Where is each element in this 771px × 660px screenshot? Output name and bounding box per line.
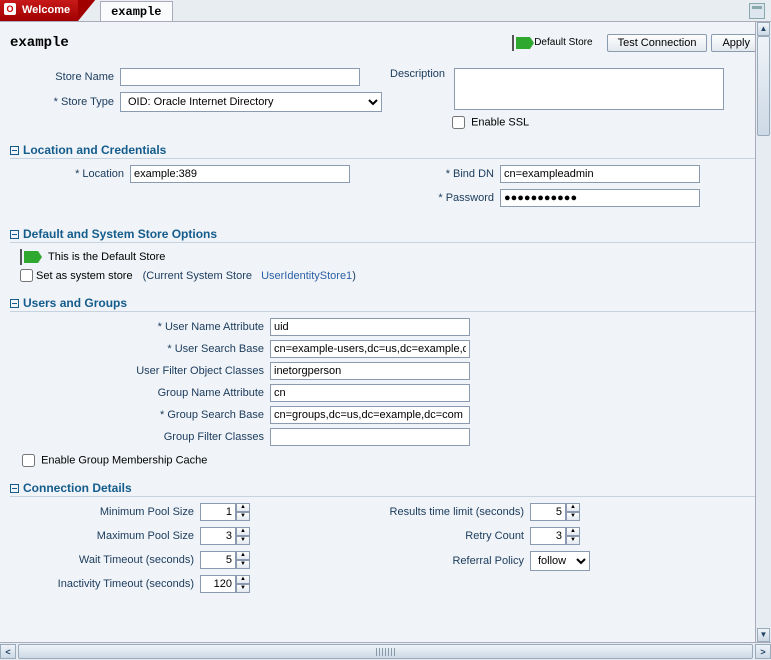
user-search-base-label: * User Search Base [10, 343, 270, 355]
set-system-store-label: Set as system store [36, 270, 133, 282]
password-input[interactable] [500, 189, 700, 207]
maximize-icon[interactable] [749, 3, 765, 19]
results-limit-input[interactable] [530, 503, 566, 521]
user-search-base-input[interactable] [270, 340, 470, 358]
spin-up-icon[interactable]: ▲ [566, 503, 580, 512]
store-name-input[interactable] [120, 68, 360, 86]
tab-example-label: example [111, 5, 161, 19]
current-system-store-text: (Current System Store UserIdentityStore1… [143, 270, 356, 282]
flag-icon-pole [512, 35, 514, 51]
default-store-label: Default Store [534, 37, 592, 49]
group-search-base-label: * Group Search Base [10, 409, 270, 421]
title-bar: example Default Store Test Connection Ap… [10, 28, 761, 58]
min-pool-label: Minimum Pool Size [10, 506, 200, 518]
set-system-store-checkbox[interactable] [20, 269, 33, 282]
spin-down-icon[interactable]: ▼ [236, 560, 250, 569]
group-name-attr-input[interactable] [270, 384, 470, 402]
user-filter-label: User Filter Object Classes [10, 365, 270, 377]
scroll-up-icon[interactable]: ▲ [757, 22, 770, 36]
current-system-store-link[interactable]: UserIdentityStore1 [261, 270, 352, 282]
store-name-label: Store Name [10, 71, 120, 83]
vertical-scrollbar[interactable]: ▲ ▼ [755, 22, 771, 642]
flag-icon [24, 251, 38, 263]
spin-up-icon[interactable]: ▲ [566, 527, 580, 536]
min-pool-input[interactable] [200, 503, 236, 521]
spin-down-icon[interactable]: ▼ [236, 512, 250, 521]
enable-group-cache-checkbox[interactable] [22, 454, 35, 467]
wait-timeout-label: Wait Timeout (seconds) [10, 554, 200, 566]
collapse-icon [10, 299, 19, 308]
oracle-logo-icon: O [4, 3, 16, 15]
tab-bar: O Welcome example [0, 0, 771, 22]
scroll-right-icon[interactable]: > [755, 644, 771, 659]
bind-dn-label: * Bind DN [370, 168, 500, 180]
tab-welcome-label: Welcome [22, 4, 70, 16]
location-label: * Location [10, 168, 130, 180]
test-connection-button[interactable]: Test Connection [607, 34, 708, 52]
section-defaults-header[interactable]: Default and System Store Options [10, 227, 761, 243]
referral-policy-label: Referral Policy [350, 555, 530, 567]
spin-up-icon[interactable]: ▲ [236, 527, 250, 536]
spin-up-icon[interactable]: ▲ [236, 503, 250, 512]
section-users-groups-header[interactable]: Users and Groups [10, 296, 761, 312]
retry-count-input[interactable] [530, 527, 566, 545]
enable-ssl-label: Enable SSL [471, 116, 529, 128]
group-filter-label: Group Filter Classes [10, 431, 270, 443]
spin-up-icon[interactable]: ▲ [236, 551, 250, 560]
user-name-attr-input[interactable] [270, 318, 470, 336]
default-store-indicator: This is the Default Store [20, 249, 761, 265]
spin-down-icon[interactable]: ▼ [236, 536, 250, 545]
scroll-left-icon[interactable]: < [0, 644, 16, 659]
retry-count-label: Retry Count [350, 530, 530, 542]
max-pool-label: Maximum Pool Size [10, 530, 200, 542]
password-label: * Password [370, 192, 500, 204]
tab-example[interactable]: example [100, 1, 172, 21]
description-label: Description [390, 68, 451, 80]
spin-down-icon[interactable]: ▼ [566, 512, 580, 521]
spin-up-icon[interactable]: ▲ [236, 575, 250, 584]
store-type-label: * Store Type [10, 96, 120, 108]
referral-policy-select[interactable]: follow [530, 551, 590, 571]
inactivity-timeout-label: Inactivity Timeout (seconds) [10, 578, 200, 590]
wait-timeout-input[interactable] [200, 551, 236, 569]
group-search-base-input[interactable] [270, 406, 470, 424]
max-pool-input[interactable] [200, 527, 236, 545]
group-name-attr-label: Group Name Attribute [10, 387, 270, 399]
section-location-header[interactable]: Location and Credentials [10, 143, 761, 159]
tab-welcome[interactable]: O Welcome [0, 0, 78, 21]
enable-ssl-checkbox[interactable] [452, 116, 465, 129]
bind-dn-input[interactable] [500, 165, 700, 183]
spin-down-icon[interactable]: ▼ [566, 536, 580, 545]
spin-down-icon[interactable]: ▼ [236, 584, 250, 593]
user-name-attr-label: * User Name Attribute [10, 321, 270, 333]
user-filter-input[interactable] [270, 362, 470, 380]
enable-group-cache-label: Enable Group Membership Cache [41, 454, 207, 466]
results-limit-label: Results time limit (seconds) [350, 506, 530, 518]
group-filter-input[interactable] [270, 428, 470, 446]
collapse-icon [10, 484, 19, 493]
collapse-icon [10, 146, 19, 155]
flag-icon [516, 37, 530, 49]
page-title: example [10, 35, 69, 51]
content-panel: example Default Store Test Connection Ap… [0, 22, 771, 642]
location-input[interactable] [130, 165, 350, 183]
scroll-down-icon[interactable]: ▼ [757, 628, 770, 642]
apply-button[interactable]: Apply [711, 34, 761, 52]
inactivity-timeout-input[interactable] [200, 575, 236, 593]
section-connection-header[interactable]: Connection Details [10, 481, 761, 497]
scroll-thumb[interactable] [757, 36, 770, 136]
horizontal-scrollbar[interactable]: < > [0, 642, 771, 660]
collapse-icon [10, 230, 19, 239]
description-textarea[interactable] [454, 68, 724, 110]
scroll-thumb[interactable] [18, 644, 753, 659]
store-type-select[interactable]: OID: Oracle Internet Directory [120, 92, 382, 112]
